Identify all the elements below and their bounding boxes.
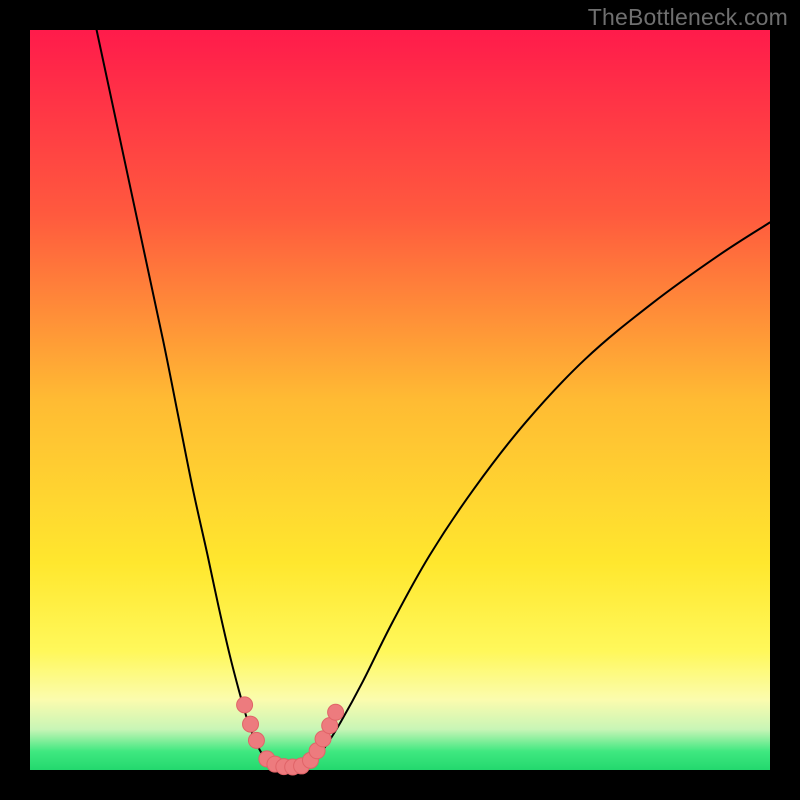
watermark-text: TheBottleneck.com bbox=[588, 4, 788, 31]
plot-area bbox=[30, 30, 770, 770]
chart-frame: TheBottleneck.com bbox=[0, 0, 800, 800]
curve-layer bbox=[30, 30, 770, 770]
marker-group bbox=[237, 697, 344, 775]
highlight-dot bbox=[243, 716, 259, 732]
highlight-dot bbox=[328, 704, 344, 720]
curve-right-branch bbox=[308, 222, 771, 766]
highlight-dot bbox=[248, 732, 264, 748]
curve-left-branch bbox=[97, 30, 275, 766]
highlight-dot bbox=[237, 697, 253, 713]
series-group bbox=[97, 30, 770, 770]
